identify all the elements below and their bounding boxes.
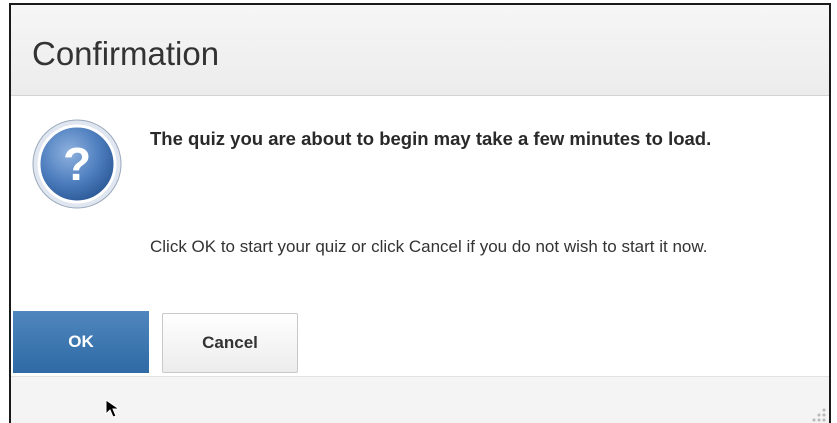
dialog-message-secondary: Click OK to start your quiz or click Can… <box>150 237 708 256</box>
dialog-message-primary: The quiz you are about to begin may take… <box>150 128 712 149</box>
confirmation-dialog: Confirmation ? The quiz you are about to… <box>9 3 831 423</box>
dialog-content: ? The quiz you are about to begin may ta… <box>11 96 829 310</box>
dialog-button-row: OK Cancel <box>11 310 829 376</box>
cancel-button[interactable]: Cancel <box>162 313 298 373</box>
resize-grip-icon[interactable] <box>809 405 827 423</box>
dialog-footer <box>11 376 829 423</box>
mouse-pointer-icon <box>105 399 121 418</box>
question-mark-icon: ? <box>32 119 122 209</box>
dialog-title: Confirmation <box>32 35 220 72</box>
dialog-titlebar: Confirmation <box>11 5 829 96</box>
svg-text:?: ? <box>63 138 91 190</box>
ok-button[interactable]: OK <box>13 311 149 373</box>
